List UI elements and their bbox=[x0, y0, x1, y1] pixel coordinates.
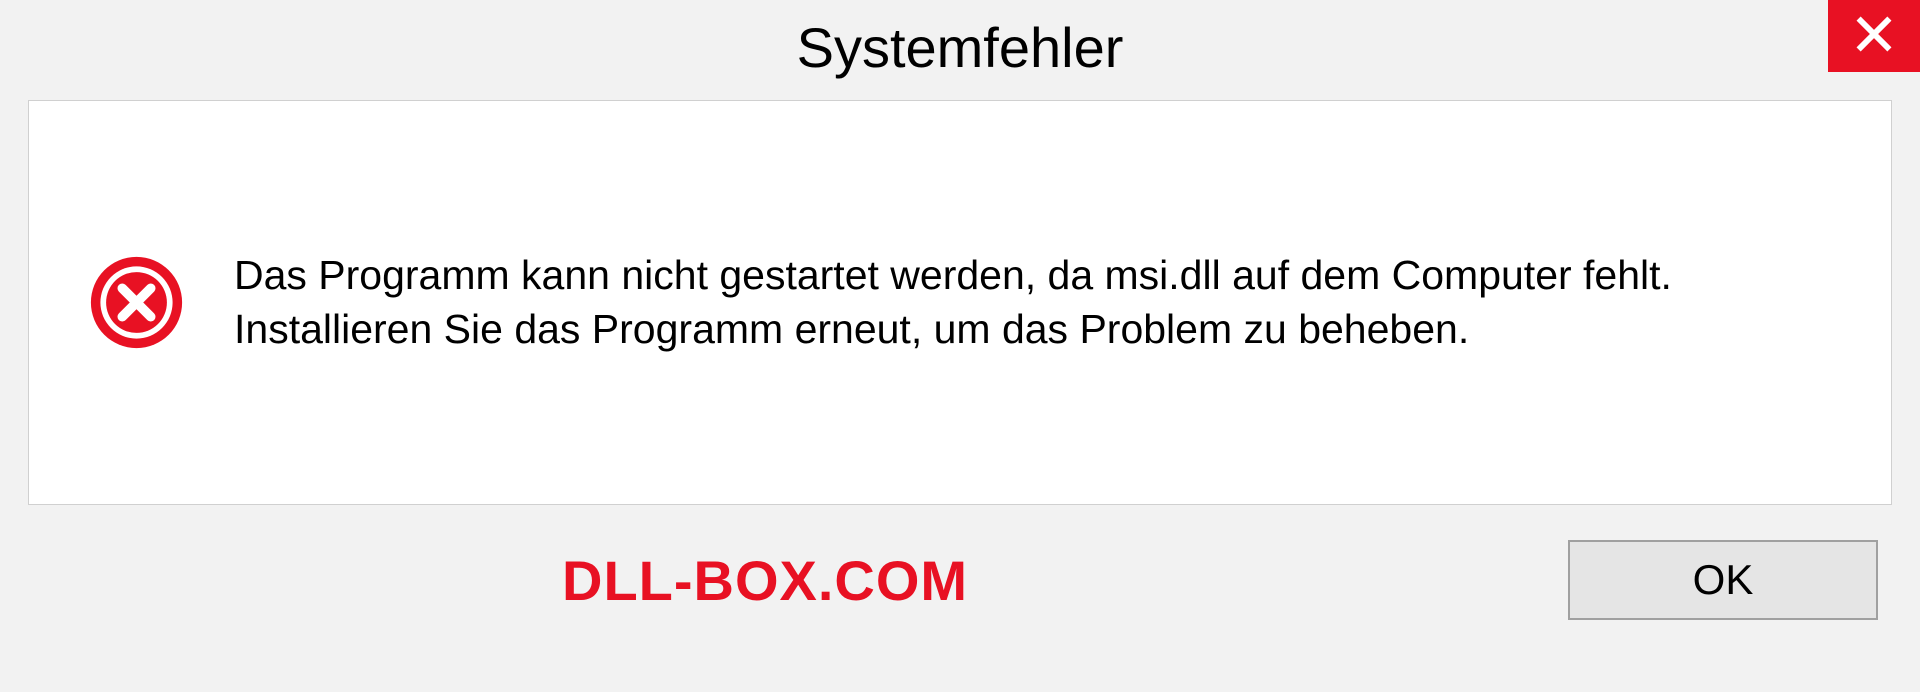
error-message: Das Programm kann nicht gestartet werden… bbox=[234, 249, 1841, 356]
watermark-text: DLL-BOX.COM bbox=[562, 548, 968, 613]
dialog-footer: DLL-BOX.COM OK bbox=[0, 505, 1920, 620]
error-icon bbox=[89, 255, 184, 350]
close-icon bbox=[1854, 14, 1894, 59]
close-button[interactable] bbox=[1828, 0, 1920, 72]
dialog-title: Systemfehler bbox=[0, 0, 1920, 100]
message-panel: Das Programm kann nicht gestartet werden… bbox=[28, 100, 1892, 505]
ok-button[interactable]: OK bbox=[1568, 540, 1878, 620]
